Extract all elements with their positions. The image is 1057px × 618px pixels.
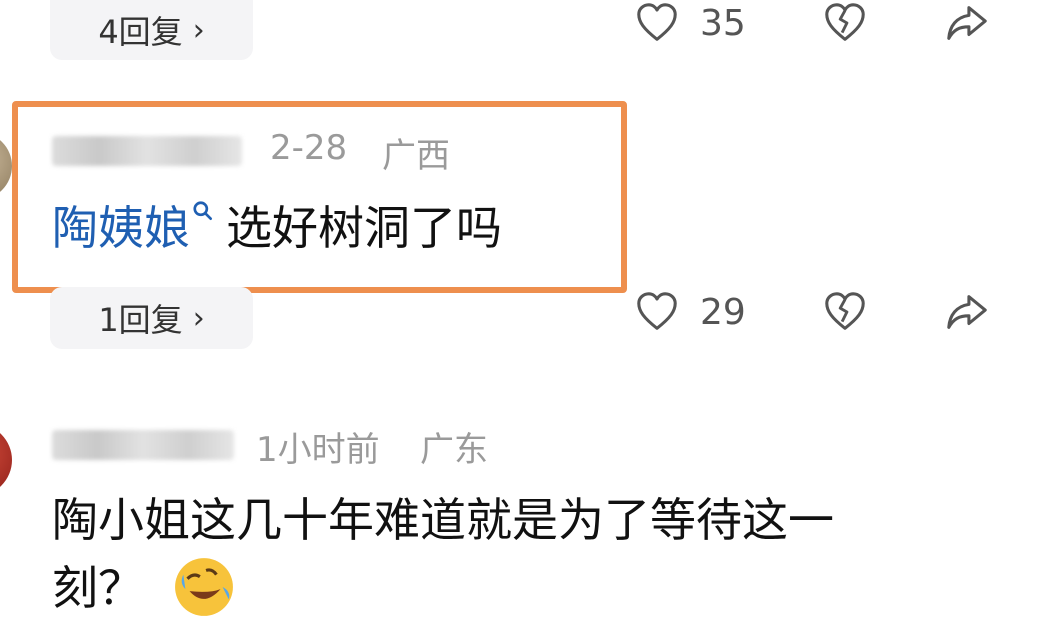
- chevron-right-icon: ›: [192, 12, 205, 48]
- reply-count-button[interactable]: 4回复 ›: [50, 0, 253, 60]
- like-count: 29: [700, 291, 746, 333]
- rolling-laughing-emoji: [174, 558, 233, 616]
- avatar[interactable]: [0, 132, 12, 200]
- heart-icon: [637, 292, 677, 330]
- share-arrow-icon: [947, 6, 987, 40]
- reply-count-label: 1回复: [98, 301, 183, 339]
- share-button[interactable]: [944, 0, 990, 46]
- comment-text-line1: 陶小姐这几十年难道就是为了等待这一: [52, 493, 834, 547]
- broken-heart-icon: [825, 3, 865, 41]
- dislike-button[interactable]: [822, 289, 868, 335]
- highlight-box: [12, 101, 627, 293]
- reply-count-button[interactable]: 1回复 ›: [50, 287, 253, 349]
- comment-text-line2-text: 刻？: [52, 561, 144, 615]
- like-count: 35: [700, 2, 746, 44]
- broken-heart-icon: [825, 292, 865, 330]
- comment-time: 1小时前: [256, 430, 380, 470]
- dislike-button[interactable]: [822, 0, 868, 46]
- share-button[interactable]: [944, 289, 990, 335]
- username-blurred[interactable]: [52, 430, 234, 460]
- avatar[interactable]: [0, 424, 12, 496]
- like-button[interactable]: 29: [634, 289, 746, 335]
- share-arrow-icon: [947, 295, 987, 329]
- reply-count-label: 4回复: [98, 13, 183, 51]
- comment-text-line2: 刻？: [52, 552, 235, 618]
- chevron-right-icon: ›: [192, 300, 205, 336]
- comment-location: 广东: [420, 430, 488, 470]
- like-button[interactable]: 35: [634, 0, 746, 46]
- heart-icon: [637, 3, 677, 41]
